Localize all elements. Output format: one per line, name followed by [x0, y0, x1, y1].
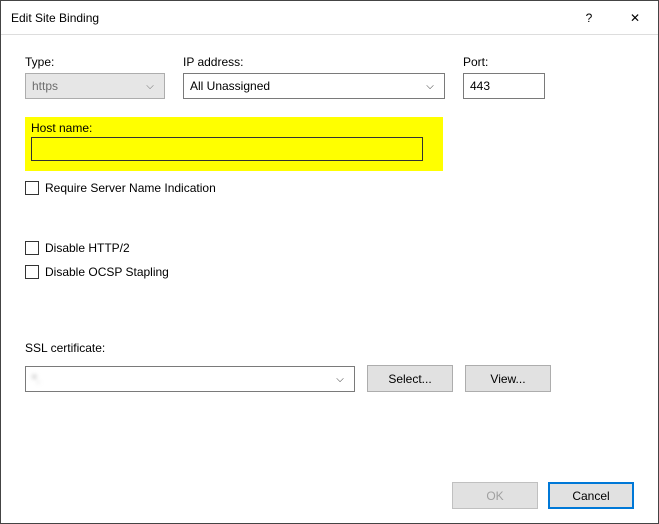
ocsp-label: Disable OCSP Stapling [45, 265, 169, 279]
cancel-button[interactable]: Cancel [548, 482, 634, 509]
port-value: 443 [470, 79, 490, 93]
ocsp-checkbox[interactable] [25, 265, 39, 279]
http2-label: Disable HTTP/2 [45, 241, 130, 255]
sni-label: Require Server Name Indication [45, 181, 216, 195]
ok-button: OK [452, 482, 538, 509]
ip-combo[interactable]: All Unassigned ⌵ [183, 73, 445, 99]
view-button[interactable]: View... [465, 365, 551, 392]
close-button[interactable]: ✕ [612, 1, 658, 35]
help-icon: ? [586, 11, 593, 25]
close-icon: ✕ [630, 11, 640, 25]
type-combo: https ⌵ [25, 73, 165, 99]
titlebar: Edit Site Binding ? ✕ [1, 1, 658, 35]
ip-value: All Unassigned [190, 79, 422, 93]
ssl-cert-combo[interactable]: *. ⌵ [25, 366, 355, 392]
chevron-down-icon: ⌵ [332, 374, 348, 385]
port-input[interactable]: 443 [463, 73, 545, 99]
ssl-cert-value: *. [32, 372, 332, 386]
sni-checkbox[interactable] [25, 181, 39, 195]
dialog-edit-site-binding: Edit Site Binding ? ✕ Type: https ⌵ IP a… [0, 0, 659, 524]
host-label: Host name: [31, 121, 92, 135]
host-input[interactable] [31, 137, 423, 161]
type-value: https [32, 79, 142, 93]
host-highlight: Host name: [25, 117, 443, 171]
type-label: Type: [25, 55, 165, 69]
select-button[interactable]: Select... [367, 365, 453, 392]
chevron-down-icon: ⌵ [422, 81, 438, 92]
port-label: Port: [463, 55, 545, 69]
chevron-down-icon: ⌵ [142, 81, 158, 92]
ssl-label: SSL certificate: [25, 341, 634, 355]
http2-checkbox[interactable] [25, 241, 39, 255]
window-title: Edit Site Binding [11, 11, 99, 25]
help-button[interactable]: ? [566, 1, 612, 35]
ip-label: IP address: [183, 55, 445, 69]
